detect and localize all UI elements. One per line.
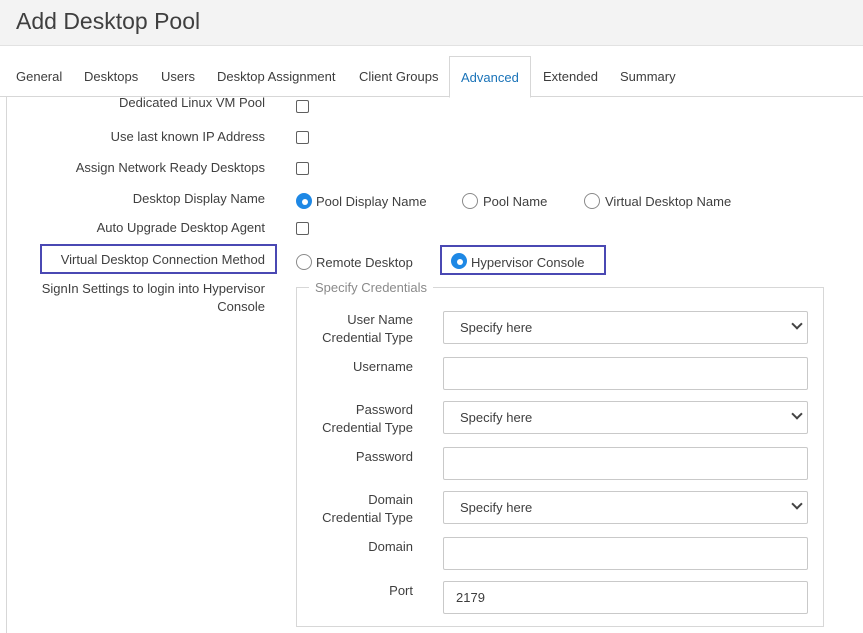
- password-type-label-line1: Password: [355, 402, 413, 417]
- radio-hypervisor-console[interactable]: [451, 253, 467, 269]
- radio-pool-display-name[interactable]: [296, 193, 312, 209]
- signin-settings-label-line2: Console: [217, 299, 265, 314]
- page-title: Add Desktop Pool: [16, 8, 201, 34]
- radio-virtual-desktop-name[interactable]: [584, 193, 600, 209]
- assign-network-ready-checkbox[interactable]: [296, 162, 309, 175]
- chevron-down-icon: [791, 408, 803, 420]
- use-last-ip-checkbox[interactable]: [296, 131, 309, 144]
- radio-remote-desktop-label: Remote Desktop: [316, 255, 413, 270]
- desktop-display-name-label: Desktop Display Name: [132, 191, 265, 206]
- advanced-tab-content: Dedicated Linux VM Pool Use last known I…: [6, 97, 863, 633]
- tab-client-groups[interactable]: Client Groups: [359, 56, 438, 97]
- username-input[interactable]: [443, 357, 808, 390]
- tab-desktops[interactable]: Desktops: [84, 56, 138, 97]
- tab-desktop-assignment[interactable]: Desktop Assignment: [217, 56, 336, 97]
- header-bar: Add Desktop Pool: [0, 0, 863, 46]
- password-label: Password: [355, 449, 413, 464]
- tab-summary[interactable]: Summary: [620, 56, 676, 97]
- port-label: Port: [389, 583, 413, 598]
- radio-pool-name-label: Pool Name: [483, 194, 548, 209]
- auto-upgrade-label: Auto Upgrade Desktop Agent: [96, 220, 265, 235]
- password-credential-type-select[interactable]: Specify here: [443, 401, 808, 434]
- assign-network-ready-label: Assign Network Ready Desktops: [75, 160, 265, 175]
- radio-hypervisor-console-label: Hypervisor Console: [471, 255, 585, 270]
- password-input[interactable]: [443, 447, 808, 480]
- dedicated-linux-label: Dedicated Linux VM Pool: [119, 97, 265, 110]
- password-type-label: Password Credential Type: [293, 401, 413, 437]
- credentials-legend: Specify Credentials: [309, 280, 433, 295]
- connection-method-label: Virtual Desktop Connection Method: [60, 252, 265, 267]
- dedicated-linux-checkbox[interactable]: [296, 100, 309, 113]
- radio-pool-display-name-label: Pool Display Name: [316, 194, 427, 209]
- domain-type-label-line2: Credential Type: [322, 510, 413, 525]
- radio-remote-desktop[interactable]: [296, 254, 312, 270]
- username-type-label-line1: User Name: [347, 312, 413, 327]
- chevron-down-icon: [791, 318, 803, 330]
- username-type-label: User Name Credential Type: [293, 311, 413, 347]
- tab-users[interactable]: Users: [161, 56, 195, 97]
- tab-extended[interactable]: Extended: [543, 56, 598, 97]
- chevron-down-icon: [791, 498, 803, 510]
- domain-input[interactable]: [443, 537, 808, 570]
- domain-credential-type-select[interactable]: Specify here: [443, 491, 808, 524]
- radio-virtual-desktop-name-label: Virtual Desktop Name: [605, 194, 732, 209]
- port-input[interactable]: 2179: [443, 581, 808, 614]
- username-credential-type-select[interactable]: Specify here: [443, 311, 808, 344]
- username-type-label-line2: Credential Type: [322, 330, 413, 345]
- username-credential-type-value: Specify here: [460, 320, 533, 335]
- password-credential-type-value: Specify here: [460, 410, 533, 425]
- domain-credential-type-value: Specify here: [460, 500, 533, 515]
- use-last-ip-label: Use last known IP Address: [110, 129, 265, 144]
- tab-bar: General Desktops Users Desktop Assignmen…: [0, 46, 863, 98]
- password-type-label-line2: Credential Type: [322, 420, 413, 435]
- signin-settings-label-line1: SignIn Settings to login into Hypervisor: [41, 281, 265, 296]
- username-label: Username: [353, 359, 413, 374]
- tab-advanced[interactable]: Advanced: [449, 56, 531, 98]
- domain-type-label: Domain Credential Type: [293, 491, 413, 527]
- auto-upgrade-checkbox[interactable]: [296, 222, 309, 235]
- tab-general[interactable]: General: [16, 56, 62, 97]
- radio-pool-name[interactable]: [462, 193, 478, 209]
- domain-label: Domain: [368, 539, 413, 554]
- domain-type-label-line1: Domain: [368, 492, 413, 507]
